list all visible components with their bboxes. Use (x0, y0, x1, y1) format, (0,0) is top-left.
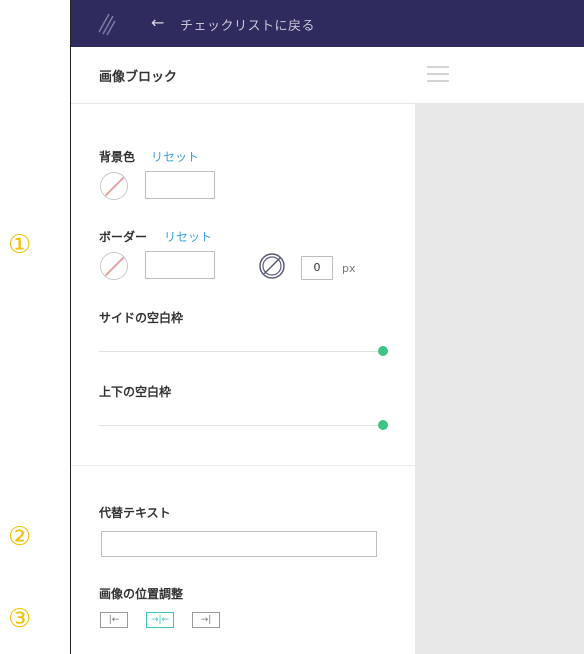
annotation-marker-2: ② (8, 522, 32, 552)
background-color-label: 背景色 (99, 150, 136, 164)
annotation-marker-1: ① (8, 230, 32, 260)
background-reset-link[interactable]: リセット (151, 148, 199, 165)
border-label: ボーダー (99, 230, 148, 244)
section-divider (71, 465, 415, 466)
border-style-none-icon[interactable] (258, 252, 286, 280)
vertical-padding-slider-track[interactable] (99, 425, 383, 426)
panel-header: 画像ブロック (71, 47, 415, 104)
align-left-button[interactable]: |← (100, 612, 128, 628)
background-color-input[interactable] (145, 171, 215, 199)
border-width-input[interactable]: 0 (301, 256, 333, 280)
top-bar: ← チェックリストに戻る (71, 0, 584, 47)
alt-text-label: 代替テキスト (99, 506, 171, 520)
align-right-button[interactable]: →| (192, 612, 220, 628)
vertical-padding-slider-handle[interactable] (378, 420, 388, 430)
back-arrow-icon[interactable]: ← (151, 13, 164, 32)
alt-text-input[interactable] (101, 531, 377, 557)
annotation-marker-3: ③ (8, 604, 32, 634)
border-reset-link[interactable]: リセット (164, 228, 212, 245)
drag-handle-icon[interactable] (427, 66, 449, 84)
align-center-button[interactable]: →|← (146, 612, 174, 628)
preview-area (415, 103, 584, 654)
vertical-padding-label: 上下の空白枠 (99, 385, 172, 399)
side-padding-slider-track[interactable] (99, 351, 383, 352)
logo-icon (98, 13, 116, 36)
back-to-checklist-link[interactable]: チェックリストに戻る (180, 15, 315, 34)
side-padding-label: サイドの空白枠 (99, 311, 184, 325)
panel-title: 画像ブロック (99, 70, 178, 85)
border-color-input[interactable] (145, 251, 215, 279)
image-alignment-label: 画像の位置調整 (99, 587, 184, 601)
editor-app: ← チェックリストに戻る 画像ブロック 背景色 リセット ボーダー リセット 0… (70, 0, 584, 654)
side-padding-slider-handle[interactable] (378, 346, 388, 356)
background-color-swatch[interactable] (100, 172, 128, 200)
border-width-unit: px (342, 262, 356, 275)
border-color-swatch[interactable] (100, 252, 128, 280)
